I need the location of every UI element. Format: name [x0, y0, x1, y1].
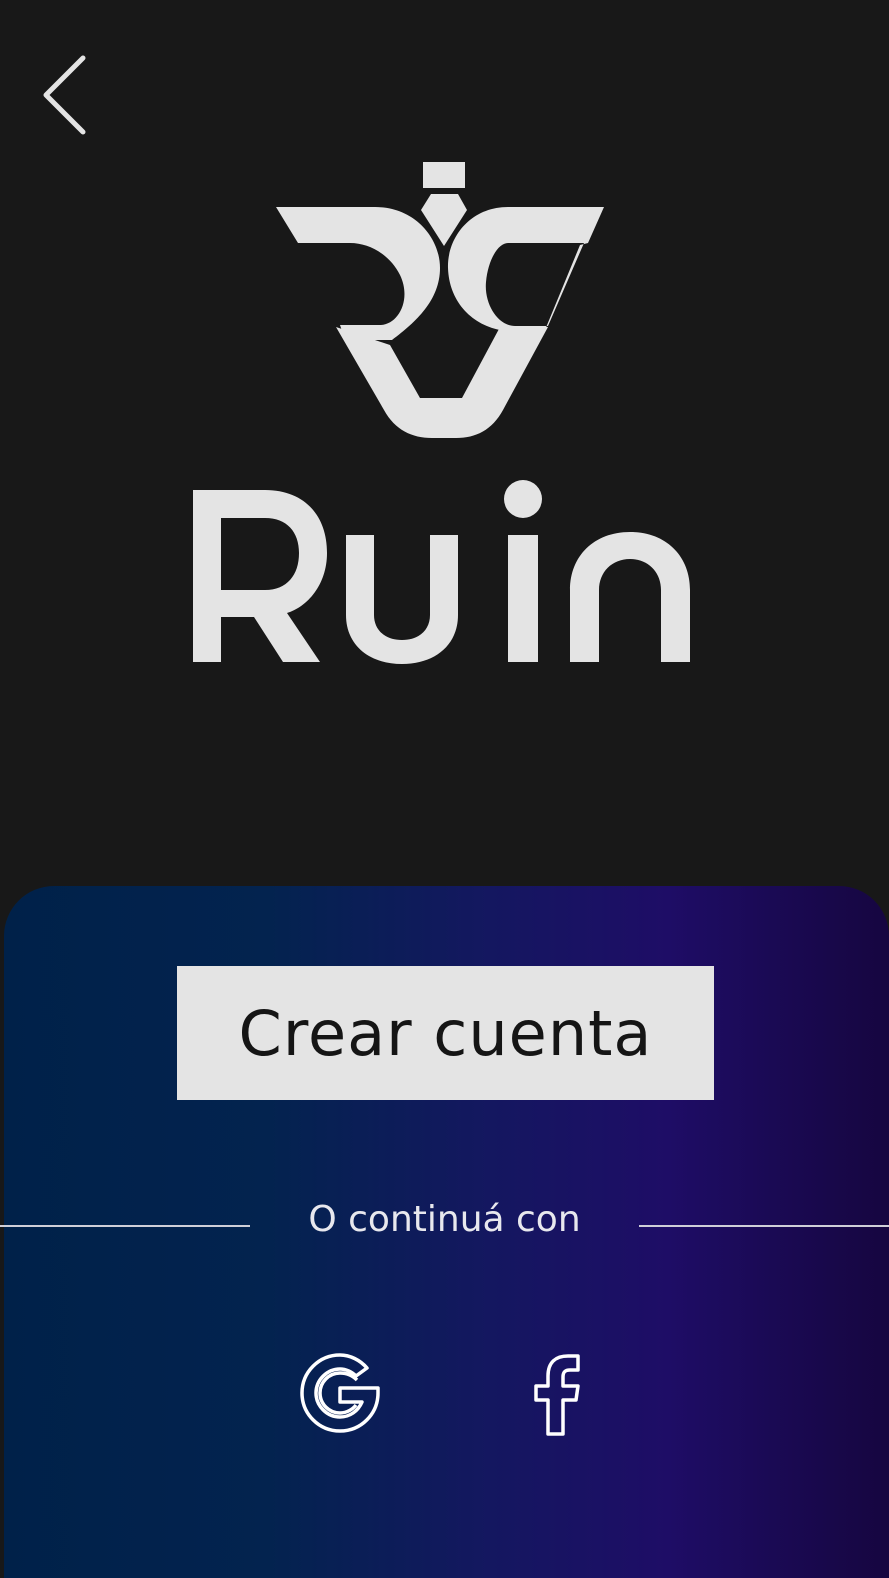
create-account-button[interactable]: Crear cuenta: [177, 966, 714, 1100]
google-login-button[interactable]: [297, 1350, 383, 1436]
back-button[interactable]: [38, 52, 94, 138]
divider-right: [639, 1225, 889, 1227]
divider-left: [0, 1225, 250, 1227]
chevron-left-icon: [43, 55, 86, 135]
continue-with-label: O continuá con: [308, 1199, 581, 1240]
ruin-logo-mark-icon: [276, 162, 604, 438]
facebook-login-button[interactable]: [532, 1352, 584, 1438]
google-icon: [300, 1353, 380, 1433]
welcome-screen: Crear cuenta O continuá con: [0, 0, 889, 1578]
facebook-icon: [534, 1354, 580, 1436]
ruin-wordmark: [193, 480, 690, 664]
